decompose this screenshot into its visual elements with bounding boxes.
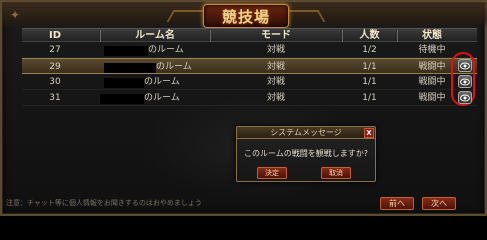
dialog-message: このルームの戦闘を観戦しますか?: [243, 149, 368, 158]
header-room-name: ルーム名: [135, 30, 175, 41]
watch-button[interactable]: [458, 59, 472, 72]
row-id: 27: [49, 45, 61, 55]
corner-ornament-icon: ✦: [9, 8, 21, 22]
table-row[interactable]: 30 のルーム 対戦 1/1 戦闘中: [22, 74, 477, 90]
row-room-name: のルーム: [144, 77, 180, 87]
title-wing-right: [288, 10, 326, 22]
eye-icon: [460, 78, 470, 85]
table-row[interactable]: 27 のルーム 対戦 1/2 待機中: [22, 42, 477, 58]
title-plate: 競技場: [203, 4, 289, 28]
arena-window: ✦ 競技場 ID ルーム名 モード 人数 状態 27 のルーム 対戦 1/2 待…: [0, 0, 487, 216]
footer-note: 注意：チャット等に個人情報をお聞きするのはおやめましょう: [6, 199, 202, 207]
row-mode: 対戦: [266, 62, 285, 72]
confirm-button[interactable]: 決定: [257, 167, 287, 179]
redacted-name: [104, 63, 156, 73]
table-row-selected[interactable]: 29 のルーム 対戦 1/1 戦闘中: [22, 58, 477, 74]
header-status: 状態: [422, 30, 442, 41]
eye-icon: [460, 62, 470, 69]
close-icon[interactable]: X: [364, 128, 374, 138]
next-page-button[interactable]: 次へ: [422, 197, 456, 210]
window-title: 競技場: [221, 7, 270, 26]
watch-button[interactable]: [458, 91, 472, 104]
table-row[interactable]: 31 のルーム 対戦 1/1 戦闘中: [22, 90, 477, 106]
row-room-name: のルーム: [156, 62, 192, 72]
redacted-name: [104, 46, 148, 56]
row-id: 30: [49, 77, 61, 87]
row-room-name: のルーム: [148, 45, 184, 55]
header-id: ID: [48, 30, 62, 41]
row-id: 29: [49, 62, 61, 72]
dialog-title: システムメッセージ: [270, 128, 342, 137]
prev-page-button[interactable]: 前へ: [380, 197, 414, 210]
room-table: ID ルーム名 モード 人数 状態 27 のルーム 対戦 1/2 待機中 29 …: [22, 28, 477, 106]
row-id: 31: [49, 93, 61, 103]
watch-button[interactable]: [458, 75, 472, 88]
redacted-name: [100, 94, 144, 104]
eye-icon: [460, 94, 470, 101]
header-players: 人数: [359, 30, 380, 41]
row-players: 1/2: [362, 45, 377, 55]
row-players: 1/1: [362, 93, 377, 103]
redacted-name: [104, 78, 144, 88]
header-mode: モード: [261, 30, 291, 41]
system-message-dialog: システムメッセージ X このルームの戦闘を観戦しますか? 決定 取消: [236, 126, 376, 182]
row-players: 1/1: [362, 62, 377, 72]
row-players: 1/1: [362, 77, 377, 87]
row-mode: 対戦: [266, 77, 285, 87]
row-mode: 対戦: [266, 93, 285, 103]
row-room-name: のルーム: [144, 93, 180, 103]
table-header: ID ルーム名 モード 人数 状態: [22, 28, 477, 42]
row-mode: 対戦: [266, 45, 285, 55]
cancel-button[interactable]: 取消: [321, 167, 351, 179]
